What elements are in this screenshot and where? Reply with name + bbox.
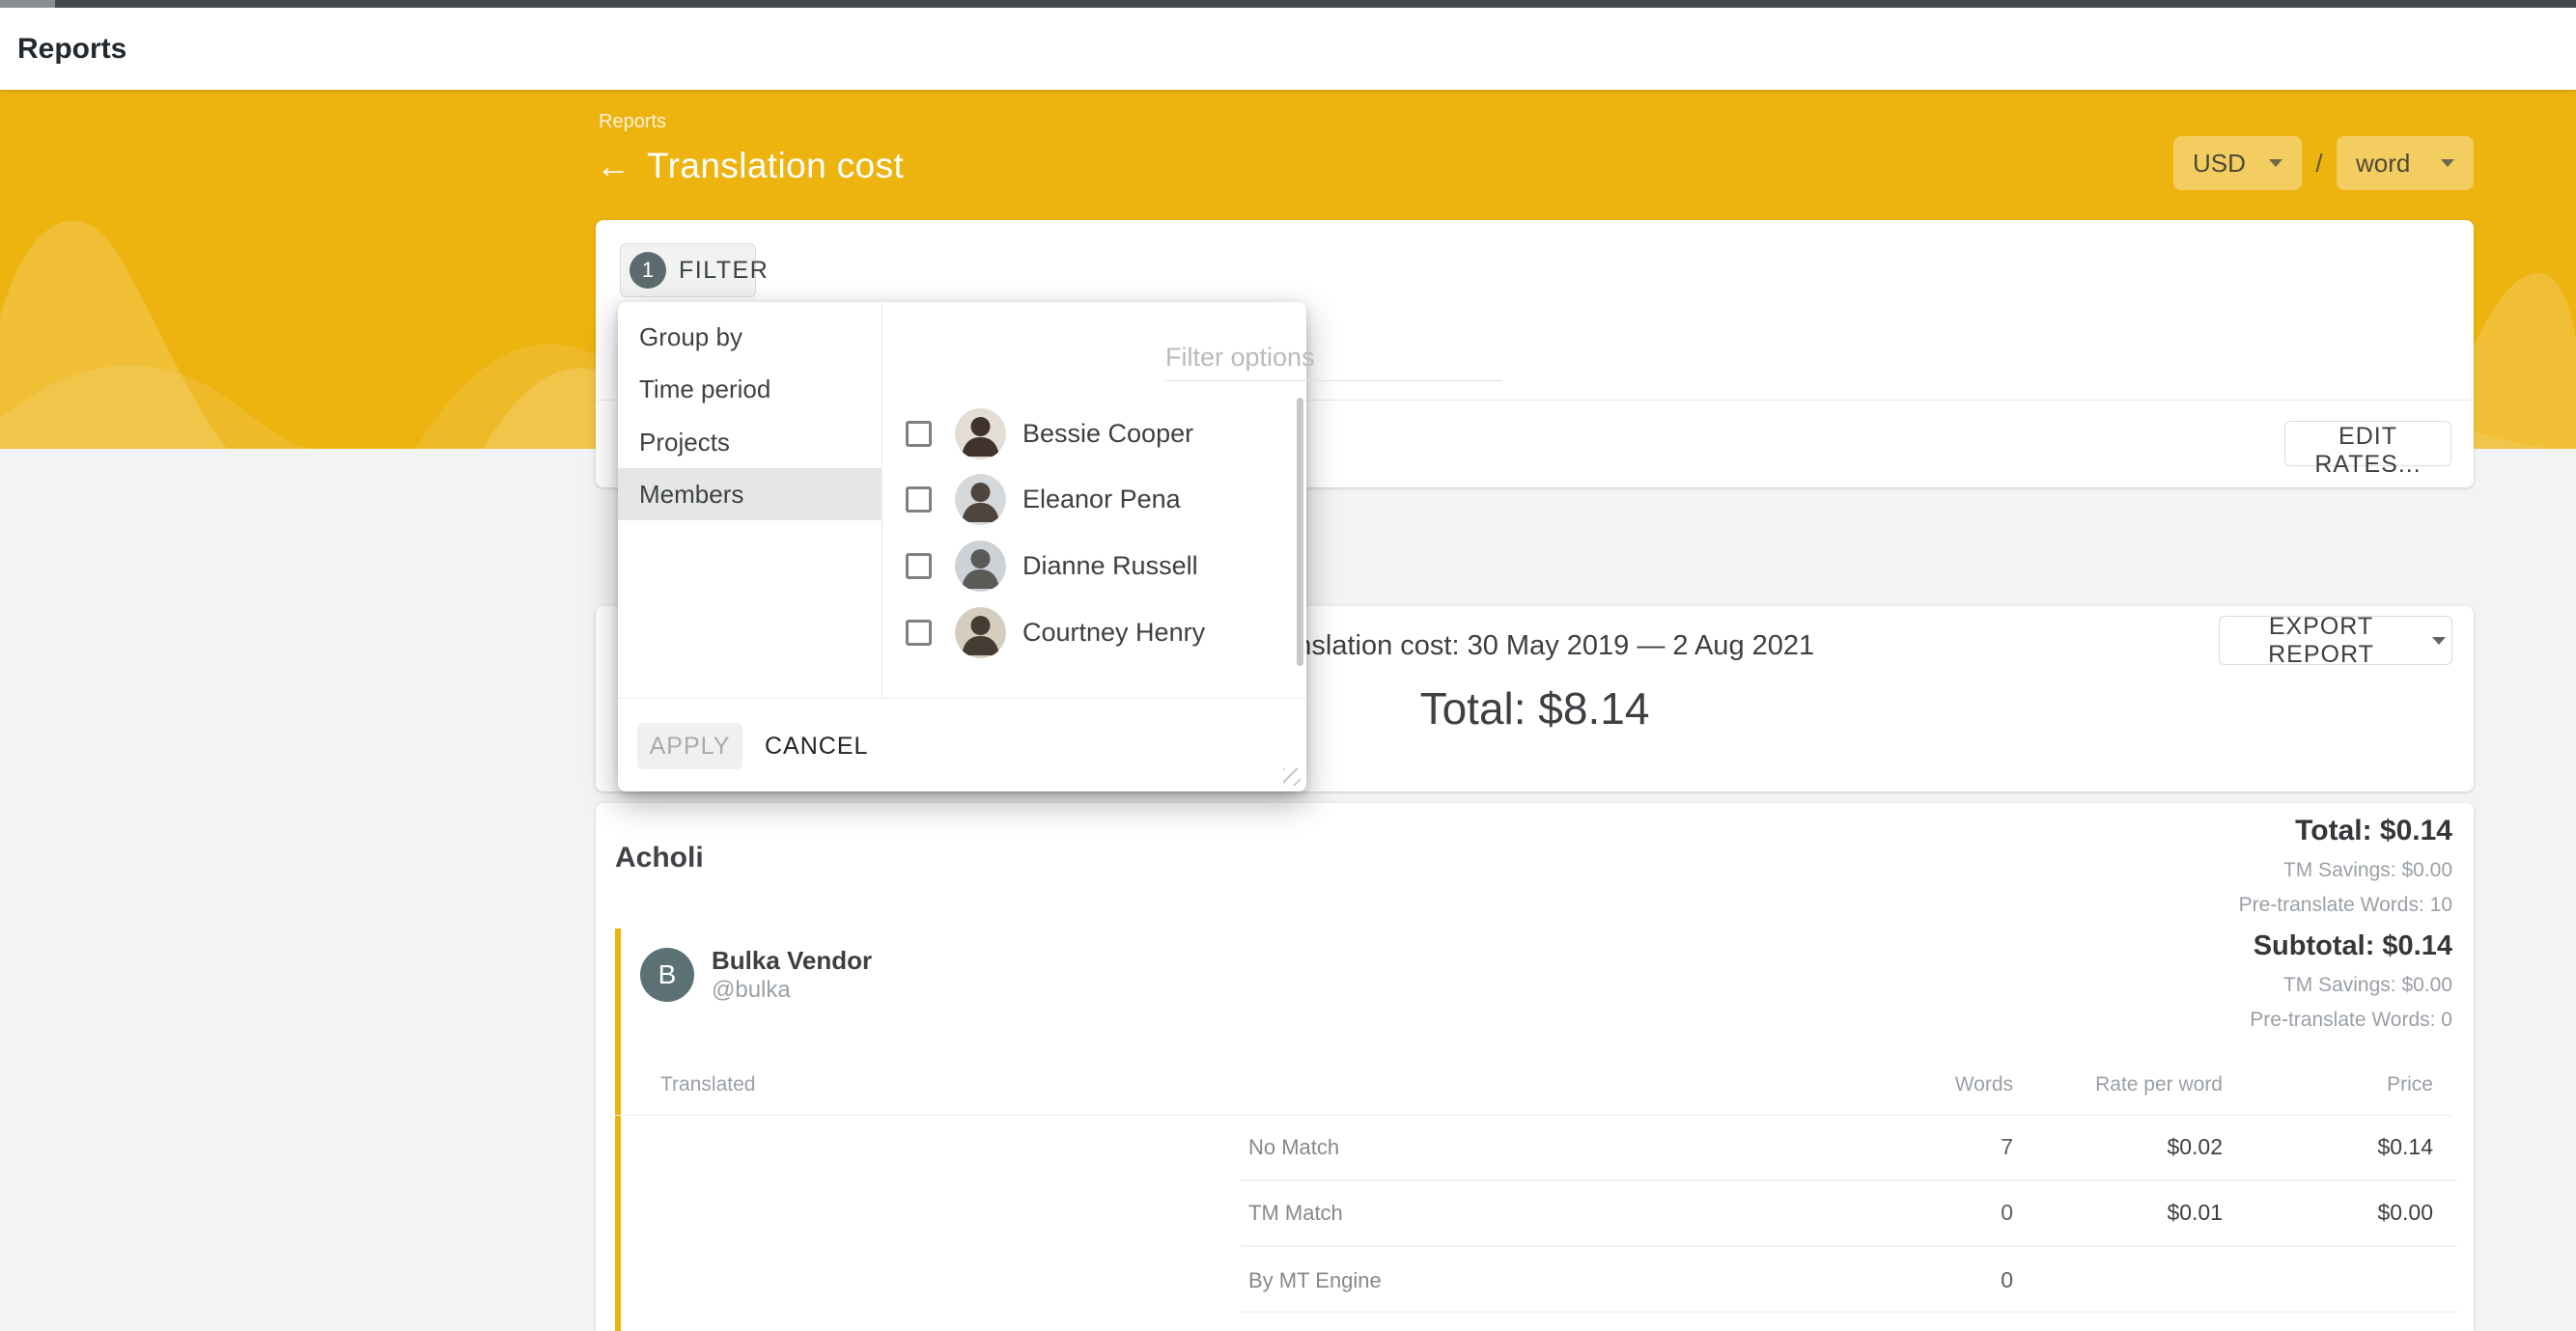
export-report-button[interactable]: EXPORT REPORT — [2219, 616, 2452, 665]
caret-down-icon — [2432, 637, 2446, 645]
caret-down-icon — [2441, 159, 2454, 167]
divider — [615, 1115, 2452, 1116]
table-cell-rate: $0.02 — [2167, 1134, 2223, 1160]
table-row-label: By MT Engine — [1248, 1268, 1382, 1293]
window-top-strip-segment — [0, 0, 55, 8]
cancel-button[interactable]: CANCEL — [759, 723, 874, 769]
divider — [1241, 1245, 2457, 1247]
member-checkbox[interactable] — [906, 553, 932, 579]
apply-button[interactable]: APPLY — [637, 723, 742, 769]
page-title: Reports — [17, 33, 126, 66]
unit-selectors: USD / word — [2173, 136, 2474, 190]
reports-page: Reports Reports ← Translation cost USD /… — [0, 0, 2576, 1331]
column-header-rate-per-word: Rate per word — [2095, 1073, 2223, 1096]
column-header-translated: Translated — [660, 1073, 755, 1096]
vendor-totals-block: Subtotal: $0.14 TM Savings: $0.00 Pre-tr… — [2250, 930, 2452, 1032]
back-arrow-icon[interactable]: ← — [596, 149, 630, 183]
resize-handle-icon[interactable] — [1283, 768, 1301, 786]
table-cell-words: 7 — [2001, 1134, 2013, 1160]
member-checkbox[interactable] — [906, 486, 932, 513]
filter-menu-item-group-by[interactable]: Group by — [618, 311, 882, 363]
language-pretranslate-words: Pre-translate Words: 10 — [2239, 894, 2452, 917]
language-total: Total: $0.14 — [2239, 815, 2452, 847]
member-name: Courtney Henry — [1022, 618, 1205, 648]
export-report-label: EXPORT REPORT — [2226, 613, 2417, 669]
window-top-strip — [0, 0, 2576, 8]
member-avatar — [955, 607, 1006, 658]
member-name: Eleanor Pena — [1022, 485, 1181, 514]
member-name: Bessie Cooper — [1022, 419, 1193, 449]
member-option-row[interactable]: Bessie Cooper — [883, 401, 1299, 466]
currency-value: USD — [2193, 149, 2246, 179]
filter-category-menu: Group by Time period Projects Members — [618, 302, 882, 698]
member-option-row[interactable]: Courtney Henry — [883, 599, 1299, 665]
member-option-row[interactable]: Eleanor Pena — [883, 466, 1299, 532]
vendor-username: @bulka — [712, 977, 791, 1004]
member-avatar — [955, 541, 1006, 592]
table-cell-rate: $0.01 — [2167, 1200, 2223, 1226]
member-option-row[interactable]: Dianne Russell — [883, 533, 1299, 598]
filter-menu-item-time-period[interactable]: Time period — [618, 363, 882, 415]
divider — [1241, 1179, 2457, 1181]
member-checkbox[interactable] — [906, 421, 932, 447]
table-cell-words: 0 — [2001, 1267, 2013, 1293]
language-breakdown-card: Total: $0.14 TM Savings: $0.00 Pre-trans… — [596, 803, 2474, 1331]
report-name-title: Translation cost — [647, 146, 904, 186]
unit-separator: / — [2302, 149, 2337, 179]
table-row-label: TM Match — [1248, 1201, 1343, 1226]
table-cell-price: $0.00 — [2377, 1200, 2433, 1226]
member-avatar — [955, 474, 1006, 525]
vendor-tm-savings: TM Savings: $0.00 — [2250, 974, 2452, 997]
language-totals-block: Total: $0.14 TM Savings: $0.00 Pre-trans… — [2239, 815, 2452, 917]
column-header-words: Words — [1955, 1073, 2013, 1096]
unit-select[interactable]: word — [2337, 136, 2474, 190]
edit-rates-button[interactable]: EDIT RATES... — [2284, 421, 2451, 466]
table-cell-price: $0.14 — [2377, 1134, 2433, 1160]
vendor-name: Bulka Vendor — [712, 946, 872, 976]
options-scrollbar-thumb[interactable] — [1297, 398, 1303, 666]
table-row-label: No Match — [1248, 1135, 1339, 1160]
unit-value: word — [2356, 149, 2410, 179]
member-checkbox[interactable] — [906, 620, 932, 646]
column-header-price: Price — [2387, 1073, 2433, 1096]
member-avatar — [955, 408, 1006, 459]
vendor-subtotal: Subtotal: $0.14 — [2250, 930, 2452, 962]
member-name: Dianne Russell — [1022, 551, 1198, 581]
vendor-avatar: B — [640, 948, 694, 1002]
divider — [1241, 1311, 2457, 1313]
caret-down-icon — [2269, 159, 2282, 167]
filter-menu-item-projects[interactable]: Projects — [618, 416, 882, 468]
filter-options-search-input[interactable] — [1165, 335, 1502, 381]
filter-dropdown-panel: Group by Time period Projects Members Be… — [618, 302, 1306, 791]
vendor-pretranslate-words: Pre-translate Words: 0 — [2250, 1009, 2452, 1032]
language-tm-savings: TM Savings: $0.00 — [2239, 859, 2452, 882]
breadcrumb[interactable]: Reports — [599, 111, 666, 133]
divider — [618, 698, 1306, 699]
filter-count-badge: 1 — [630, 252, 666, 289]
filter-menu-item-members[interactable]: Members — [618, 468, 882, 520]
vendor-accent-bar — [615, 929, 621, 1331]
app-topbar: Reports — [0, 8, 2576, 90]
language-name: Acholi — [615, 842, 704, 874]
filter-button[interactable]: 1 FILTER — [620, 243, 756, 297]
table-cell-words: 0 — [2001, 1200, 2013, 1226]
filter-button-label: FILTER — [679, 257, 769, 285]
currency-select[interactable]: USD — [2173, 136, 2302, 190]
